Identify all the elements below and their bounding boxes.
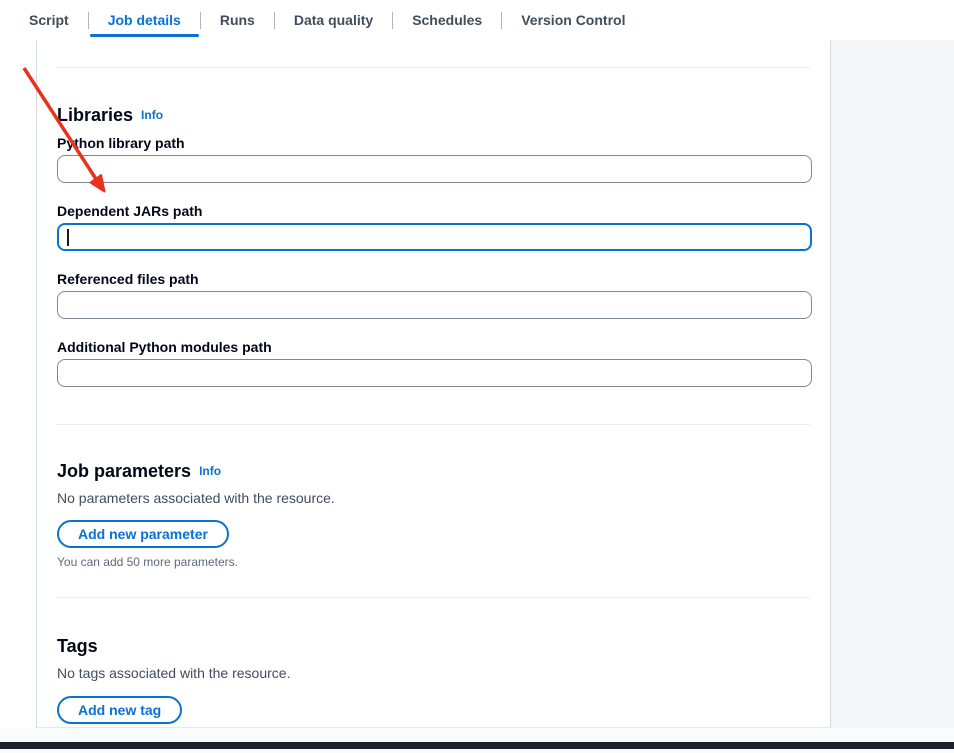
- job-parameters-heading: Job parameters Info: [57, 459, 810, 483]
- field-python-library-path: Python library path: [57, 133, 810, 183]
- tags-heading: Tags: [57, 634, 810, 658]
- add-new-parameter-button[interactable]: Add new parameter: [57, 520, 229, 548]
- field-additional-python-modules-path: Additional Python modules path: [57, 337, 810, 387]
- job-parameters-section: Job parameters Info No parameters associa…: [57, 459, 810, 569]
- add-new-tag-button[interactable]: Add new tag: [57, 696, 182, 724]
- job-parameters-heading-text: Job parameters: [57, 461, 191, 481]
- window-bottom-edge: [0, 742, 954, 749]
- job-parameters-info-link[interactable]: Info: [199, 464, 221, 478]
- tags-section: Tags No tags associated with the resourc…: [57, 634, 810, 724]
- library-fields: Python library path Dependent JARs path Re…: [57, 133, 810, 387]
- referenced-files-path-input[interactable]: [57, 291, 812, 319]
- text-cursor: [67, 229, 69, 246]
- field-label: Python library path: [57, 133, 810, 153]
- field-label: Additional Python modules path: [57, 337, 810, 357]
- field-label: Dependent JARs path: [57, 201, 810, 221]
- tab-version-control[interactable]: Version Control: [502, 0, 644, 40]
- page: Script Job details Runs Data quality Schedul…: [0, 0, 954, 753]
- tab-runs[interactable]: Runs: [201, 0, 274, 40]
- tab-label: Schedules: [412, 12, 482, 28]
- additional-python-modules-path-input[interactable]: [57, 359, 812, 387]
- tags-heading-text: Tags: [57, 636, 98, 656]
- libraries-heading-text: Libraries: [57, 105, 133, 125]
- tab-label: Version Control: [521, 12, 625, 28]
- tab-bar: Script Job details Runs Data quality Schedul…: [0, 0, 954, 40]
- tags-empty-text: No tags associated with the resource.: [57, 663, 810, 683]
- tab-label: Job details: [108, 12, 181, 28]
- job-parameters-empty-text: No parameters associated with the resour…: [57, 488, 810, 508]
- job-parameters-constraint-text: You can add 50 more parameters.: [57, 555, 810, 569]
- field-label: Referenced files path: [57, 269, 810, 289]
- tab-script[interactable]: Script: [10, 0, 88, 40]
- bottom-strip: [0, 728, 954, 753]
- section-divider: [57, 424, 810, 425]
- main-area: Libraries Info Python library path Depende…: [0, 40, 954, 728]
- libraries-info-link[interactable]: Info: [141, 108, 163, 122]
- tab-data-quality[interactable]: Data quality: [275, 0, 392, 40]
- content-panel: Libraries Info Python library path Depende…: [36, 40, 831, 728]
- libraries-heading: Libraries Info: [57, 103, 810, 127]
- tab-job-details[interactable]: Job details: [89, 0, 200, 40]
- tab-label: Script: [29, 12, 69, 28]
- field-dependent-jars-path: Dependent JARs path: [57, 201, 810, 251]
- tab-label: Runs: [220, 12, 255, 28]
- section-divider: [57, 597, 810, 598]
- dependent-jars-path-input[interactable]: [57, 223, 812, 251]
- field-referenced-files-path: Referenced files path: [57, 269, 810, 319]
- libraries-section: Libraries Info Python library path Depende…: [57, 103, 810, 387]
- section-divider: [57, 67, 810, 68]
- right-gutter: [831, 40, 954, 728]
- tab-label: Data quality: [294, 12, 373, 28]
- python-library-path-input[interactable]: [57, 155, 812, 183]
- tab-schedules[interactable]: Schedules: [393, 0, 501, 40]
